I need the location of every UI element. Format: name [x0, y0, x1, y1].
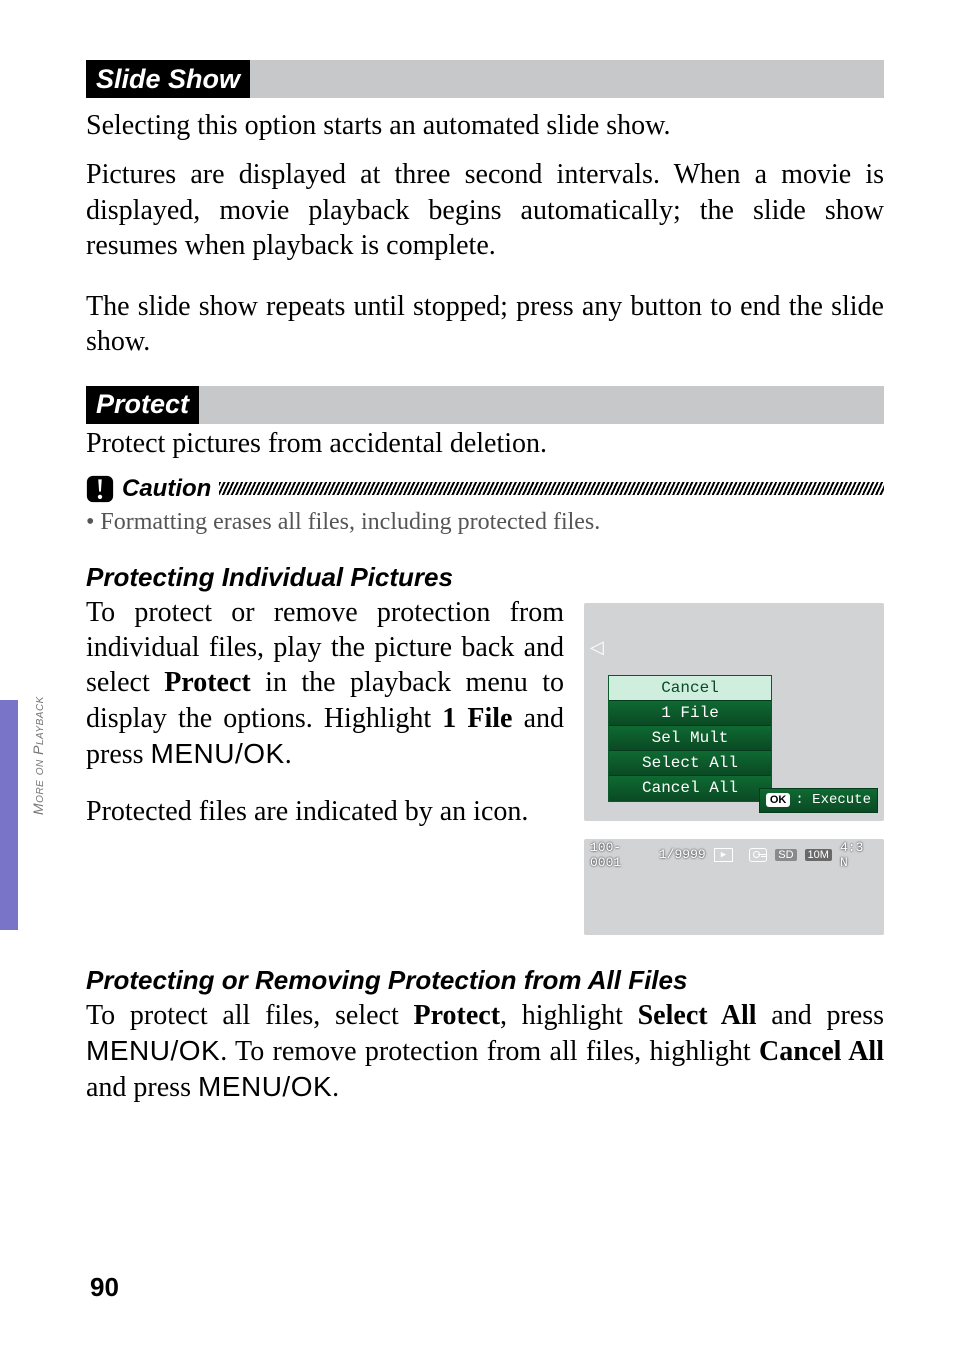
caution-bullet: • Formatting erases all files, including…	[86, 509, 884, 536]
caution-hatch-rule	[219, 482, 884, 495]
execute-hint: OK : Execute	[759, 788, 878, 813]
playback-counter: 1/9999	[659, 847, 706, 862]
playback-mode-icon: ▶	[714, 848, 734, 862]
protect-menu-item-cancelall[interactable]: Cancel All	[609, 776, 771, 801]
caution-icon	[86, 475, 114, 503]
section-heading-slide-show: Slide Show	[86, 60, 884, 98]
slide-show-para-2: Pictures are displayed at three second i…	[86, 157, 884, 263]
protect-indicator-icon	[749, 848, 767, 862]
protect-menu-item-cancel[interactable]: Cancel	[609, 676, 771, 701]
all-files-para: To protect all files, select Protect, hi…	[86, 998, 884, 1106]
caution-row: Caution	[86, 475, 884, 503]
image-size-badge: 10M	[805, 849, 832, 861]
slide-show-para-1: Selecting this option starts an automate…	[86, 108, 884, 143]
subheading-all-files: Protecting or Removing Protection from A…	[86, 965, 884, 996]
protect-menu-list: Cancel 1 File Sel Mult Select All Cancel…	[608, 675, 772, 802]
slide-show-para-3: The slide show repeats until stopped; pr…	[86, 289, 884, 360]
key-icon	[753, 850, 763, 860]
caution-bullet-text: Formatting erases all files, including p…	[100, 509, 600, 535]
execute-label: : Execute	[795, 792, 871, 808]
aspect-ratio-label: 4:3 N	[840, 840, 878, 870]
subheading-individual: Protecting Individual Pictures	[86, 562, 884, 593]
caution-label: Caution	[122, 475, 211, 503]
page-number: 90	[90, 1272, 119, 1303]
camera-screen-playback: 100-0001 1/9999 ▶ SD 10M 4:3 N	[584, 839, 884, 935]
ok-icon: OK	[766, 793, 791, 807]
section-heading-protect: Protect	[86, 386, 884, 424]
protect-para-1: Protect pictures from accidental deletio…	[86, 426, 884, 461]
sd-card-icon: SD	[775, 849, 796, 861]
section-heading-label: Slide Show	[86, 60, 250, 98]
playback-folder-file: 100-0001	[590, 840, 651, 870]
individual-para-1: To protect or remove protection from ind…	[86, 595, 564, 772]
protect-menu-item-1file[interactable]: 1 File	[609, 701, 771, 726]
protect-menu-item-selmult[interactable]: Sel Mult	[609, 726, 771, 751]
protect-menu-item-selectall[interactable]: Select All	[609, 751, 771, 776]
camera-screen-protect-menu: ◁ Cancel 1 File Sel Mult Select All Canc…	[584, 603, 884, 821]
left-arrow-icon: ◁	[590, 637, 604, 658]
individual-para-2: Protected files are indicated by an icon…	[86, 794, 564, 829]
section-heading-label: Protect	[86, 386, 199, 424]
